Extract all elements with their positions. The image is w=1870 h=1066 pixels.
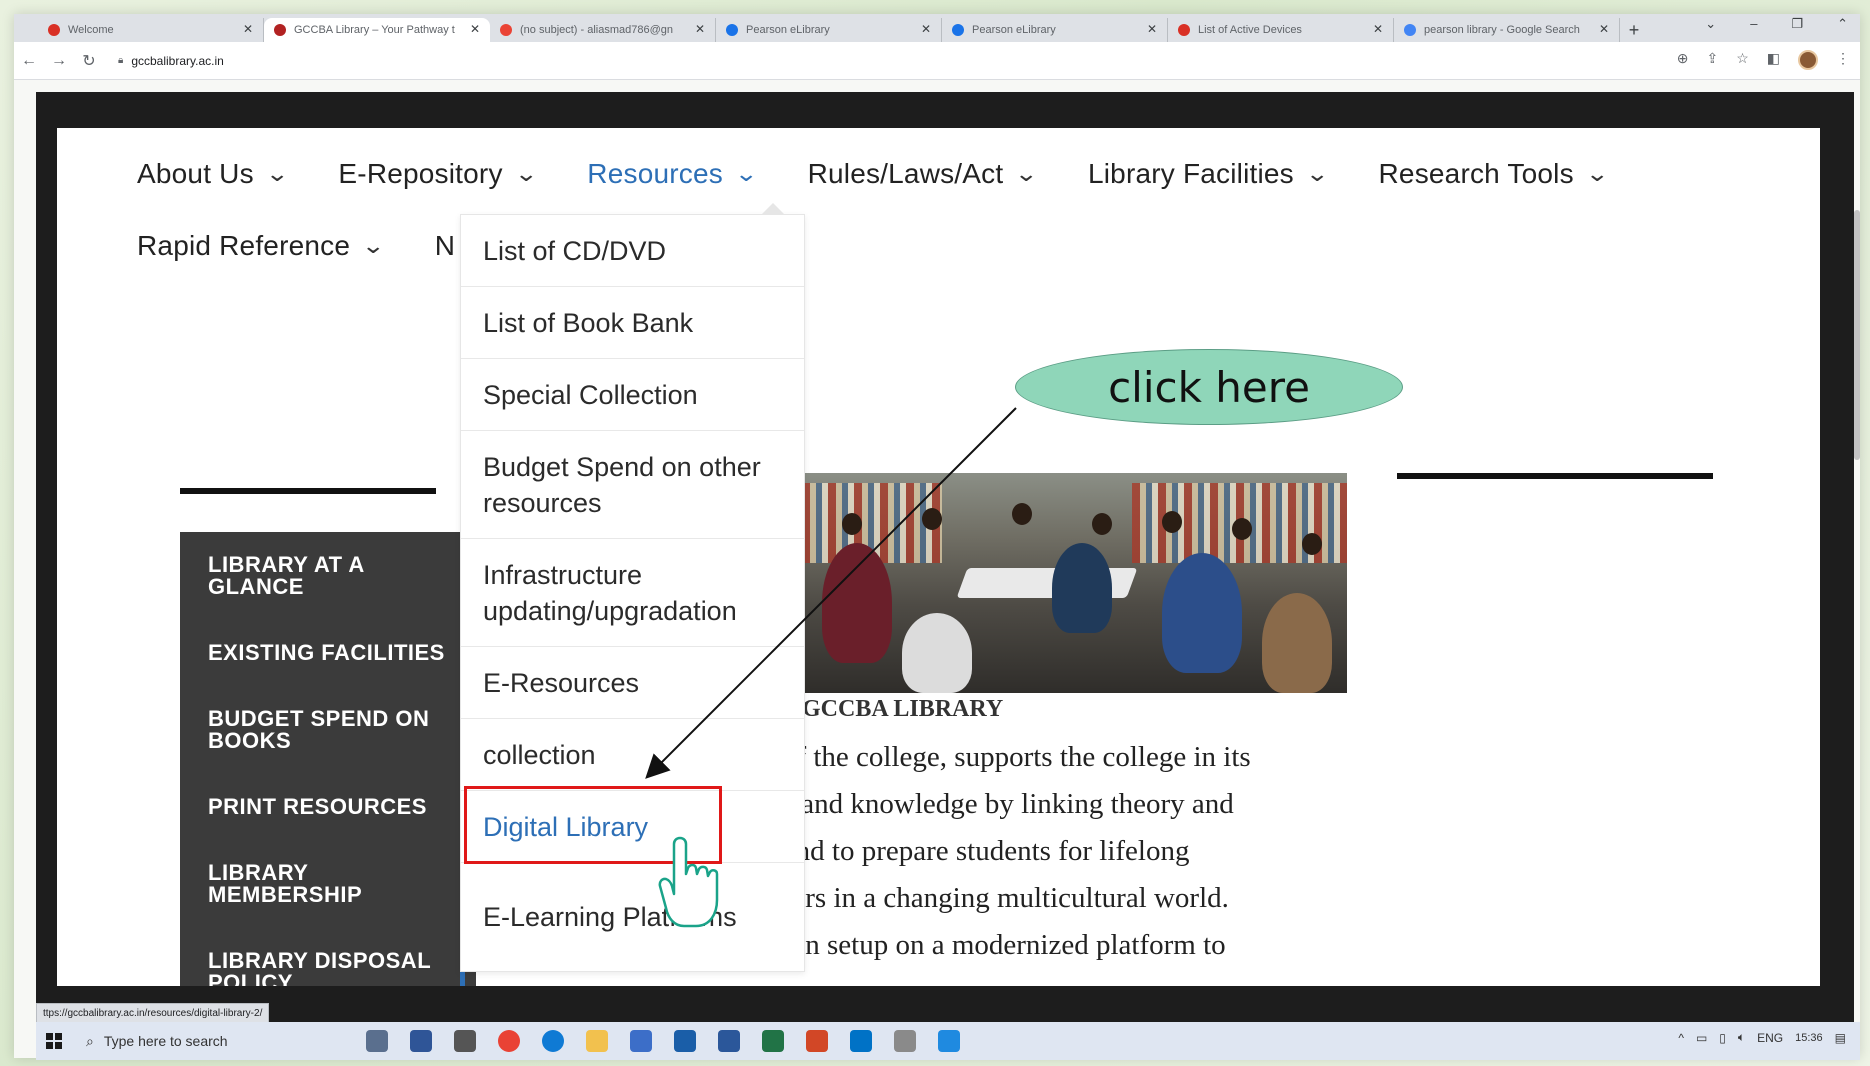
- store-icon[interactable]: [674, 1030, 696, 1052]
- app-icon[interactable]: [410, 1030, 432, 1052]
- status-url-tooltip: ttps://gccbalibrary.ac.in/resources/digi…: [36, 1003, 270, 1023]
- task-view-icon[interactable]: [454, 1030, 476, 1052]
- search-icon: ⌕: [86, 1032, 94, 1049]
- app-icon[interactable]: [894, 1030, 916, 1052]
- hand-cursor-icon: [658, 836, 719, 928]
- network-icon[interactable]: ▭: [1696, 1031, 1707, 1045]
- taskbar-apps: [366, 1030, 960, 1052]
- file-explorer-icon[interactable]: [586, 1030, 608, 1052]
- clock[interactable]: 15:36: [1795, 1032, 1823, 1044]
- annotation-overlay: [645, 407, 1017, 928]
- clock-time: 15:36: [1795, 1031, 1823, 1044]
- taskbar-search-placeholder: Type here to search: [103, 1033, 228, 1049]
- notification-icon[interactable]: ▤: [1835, 1031, 1846, 1045]
- edge-icon[interactable]: [542, 1030, 564, 1052]
- taskbar-search[interactable]: ⌕ Type here to search: [86, 1033, 346, 1050]
- app-icon[interactable]: [366, 1030, 388, 1052]
- powerpoint-icon[interactable]: [806, 1030, 828, 1052]
- app-icon[interactable]: [630, 1030, 652, 1052]
- volume-icon[interactable]: 🔈︎: [1738, 1030, 1745, 1045]
- windows-start-icon[interactable]: [46, 1033, 62, 1049]
- battery-icon[interactable]: ▯: [1719, 1031, 1726, 1045]
- word-icon[interactable]: [718, 1030, 740, 1052]
- excel-icon[interactable]: [762, 1030, 784, 1052]
- photos-icon[interactable]: [938, 1030, 960, 1052]
- windows-taskbar: ⌕ Type here to search ^ ▭ ▯ 🔈︎ ENG 15:36…: [36, 1022, 1860, 1060]
- chrome-icon[interactable]: [498, 1030, 520, 1052]
- language-indicator[interactable]: ENG: [1757, 1031, 1783, 1045]
- outlook-icon[interactable]: [850, 1030, 872, 1052]
- pointer-arrow: [645, 407, 1017, 779]
- system-tray: ^ ▭ ▯ 🔈︎ ENG 15:36 ▤: [1678, 1030, 1846, 1045]
- tray-chevron-icon[interactable]: ^: [1678, 1031, 1684, 1045]
